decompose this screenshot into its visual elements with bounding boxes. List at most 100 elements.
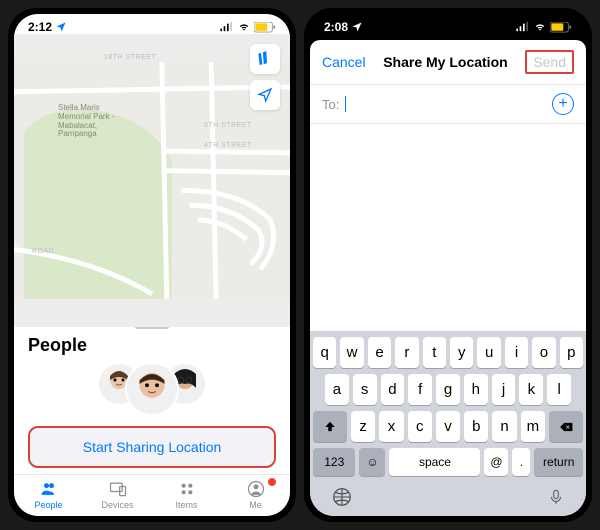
people-sheet[interactable]: People Start Sharing Location: [14, 317, 290, 474]
tab-label: Items: [175, 500, 197, 510]
to-label: To:: [322, 97, 339, 112]
tab-label: People: [34, 500, 62, 510]
to-input[interactable]: [352, 97, 546, 112]
key-m[interactable]: m: [521, 411, 545, 442]
street-label: 18TH STREET: [104, 54, 156, 61]
modal-title: Share My Location: [383, 54, 507, 70]
key-emoji[interactable]: ☺: [359, 448, 385, 476]
key-o[interactable]: o: [532, 337, 555, 368]
key-123[interactable]: 123: [313, 448, 355, 476]
map-locate-button[interactable]: [250, 80, 280, 110]
key-w[interactable]: w: [340, 337, 363, 368]
wifi-icon: [237, 22, 251, 32]
key-q[interactable]: q: [313, 337, 336, 368]
tab-items[interactable]: Items: [152, 479, 221, 510]
key-d[interactable]: d: [381, 374, 405, 405]
key-y[interactable]: y: [450, 337, 473, 368]
key-t[interactable]: t: [423, 337, 446, 368]
street-label: ROAD: [32, 248, 54, 255]
tab-label: Me: [249, 500, 262, 510]
keyboard-row-1: q w e r t y u i o p: [313, 337, 583, 368]
status-time: 2:08: [324, 20, 348, 34]
map-park-label: Stella Maris Memorial Park - Mabalacat, …: [58, 104, 114, 139]
screen: 2:08 Cancel Share My Location Send To: +: [310, 14, 586, 516]
map-type-button[interactable]: [250, 44, 280, 74]
key-dot[interactable]: .: [512, 448, 530, 476]
keyboard-row-4: 123 ☺ space @ . return: [313, 448, 583, 476]
status-bar: 2:08: [310, 14, 586, 34]
send-button[interactable]: Send: [525, 50, 574, 74]
keyboard-row-3: z x c v b n m: [313, 411, 583, 442]
tab-devices[interactable]: Devices: [83, 479, 152, 510]
cancel-button[interactable]: Cancel: [322, 54, 366, 70]
key-space[interactable]: space: [389, 448, 480, 476]
key-k[interactable]: k: [519, 374, 543, 405]
signal-icon: [516, 22, 530, 32]
backspace-icon: [558, 420, 574, 434]
key-x[interactable]: x: [379, 411, 403, 442]
wifi-icon: [533, 22, 547, 32]
key-l[interactable]: l: [547, 374, 571, 405]
person-icon: [246, 479, 266, 499]
people-icon: [39, 479, 59, 499]
key-p[interactable]: p: [560, 337, 583, 368]
street-label: 4TH STREET: [204, 142, 252, 149]
phone-share-location: 2:08 Cancel Share My Location Send To: +: [304, 8, 592, 522]
keyboard-row-2: a s d f g h j k l: [313, 374, 583, 405]
sheet-title: People: [28, 335, 276, 356]
tab-label: Devices: [101, 500, 133, 510]
shift-icon: [323, 420, 337, 434]
text-cursor: [345, 96, 346, 112]
key-at[interactable]: @: [484, 448, 508, 476]
key-shift[interactable]: [313, 411, 347, 442]
key-c[interactable]: c: [408, 411, 432, 442]
keyboard-bottom-row: [313, 482, 583, 508]
notification-badge: [268, 478, 276, 486]
key-backspace[interactable]: [549, 411, 583, 442]
share-location-modal: Cancel Share My Location Send To: + q w …: [310, 40, 586, 516]
memoji: [125, 362, 179, 416]
location-arrow-icon: [351, 21, 363, 33]
devices-icon: [108, 479, 128, 499]
battery-icon: [550, 22, 572, 33]
key-h[interactable]: h: [464, 374, 488, 405]
add-contact-button[interactable]: +: [552, 93, 574, 115]
map[interactable]: Stella Maris Memorial Park - Mabalacat, …: [14, 34, 290, 327]
items-icon: [177, 479, 197, 499]
map-layers-icon: [257, 51, 273, 67]
phone-find-my: 2:12 Stell: [8, 8, 296, 522]
status-icons: [516, 22, 572, 33]
key-b[interactable]: b: [464, 411, 488, 442]
key-r[interactable]: r: [395, 337, 418, 368]
screen: 2:12 Stell: [14, 14, 290, 516]
memoji-row: [28, 362, 276, 416]
battery-icon: [254, 22, 276, 33]
key-j[interactable]: j: [492, 374, 516, 405]
key-return[interactable]: return: [534, 448, 583, 476]
key-s[interactable]: s: [353, 374, 377, 405]
key-f[interactable]: f: [408, 374, 432, 405]
to-row: To: +: [310, 85, 586, 124]
keyboard: q w e r t y u i o p a s d f g h: [310, 331, 586, 516]
map-controls: [250, 44, 280, 110]
start-sharing-button[interactable]: Start Sharing Location: [28, 426, 276, 468]
key-e[interactable]: e: [368, 337, 391, 368]
status-time: 2:12: [28, 20, 52, 34]
status-icons: [220, 22, 276, 33]
key-g[interactable]: g: [436, 374, 460, 405]
tab-bar: People Devices Items Me: [14, 474, 290, 516]
tab-me[interactable]: Me: [221, 479, 290, 510]
key-n[interactable]: n: [492, 411, 516, 442]
location-arrow-icon: [55, 21, 67, 33]
key-a[interactable]: a: [325, 374, 349, 405]
map-background: [14, 34, 290, 327]
key-v[interactable]: v: [436, 411, 460, 442]
globe-icon[interactable]: [331, 486, 353, 508]
key-u[interactable]: u: [477, 337, 500, 368]
modal-body: [310, 124, 586, 331]
mic-icon[interactable]: [547, 486, 565, 508]
tab-people[interactable]: People: [14, 479, 83, 510]
key-i[interactable]: i: [505, 337, 528, 368]
location-arrow-icon: [257, 87, 273, 103]
key-z[interactable]: z: [351, 411, 375, 442]
